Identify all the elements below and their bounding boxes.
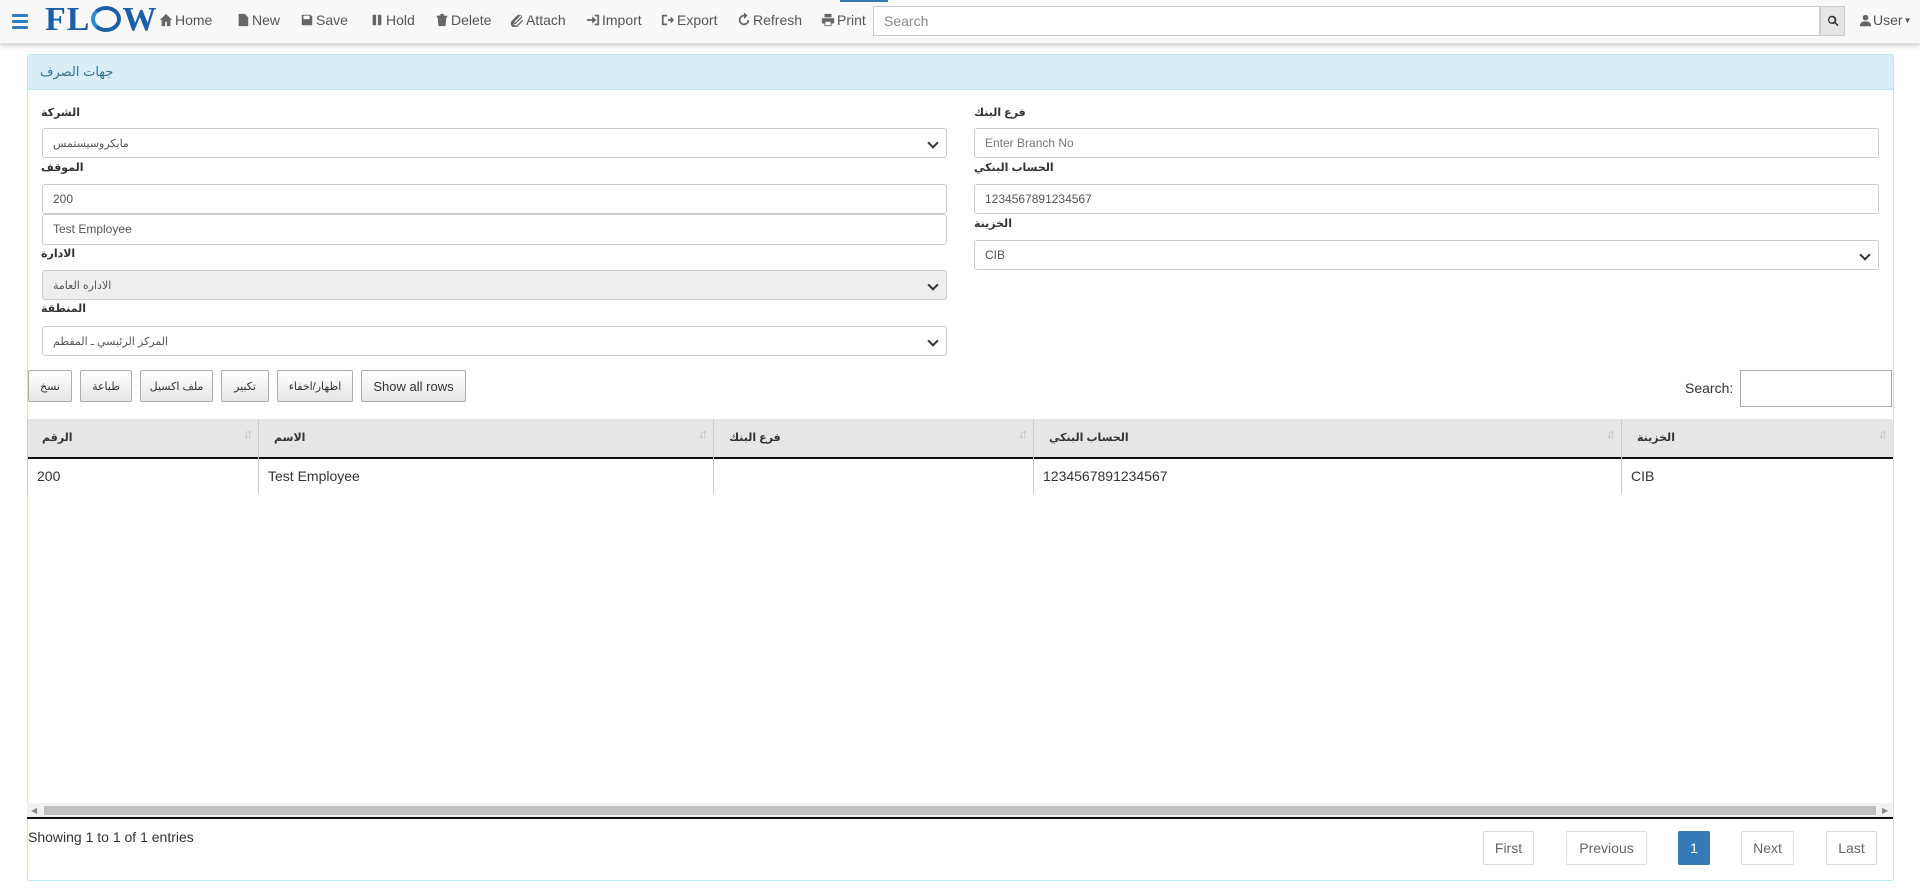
enlarge-button[interactable]: تكبير <box>221 370 269 402</box>
cell-treasury: CIB <box>1631 468 1655 484</box>
table-search-label: Search: <box>1685 380 1734 396</box>
top-navbar: FL W Home New Save Hold Delete Attach Imp… <box>0 0 1920 44</box>
paperclip-icon <box>510 14 524 27</box>
bank-branch-input[interactable] <box>974 128 1879 158</box>
column-header-bank-account[interactable]: الحساب البنكي ↓↑ <box>1034 419 1622 459</box>
refresh-icon <box>738 13 750 26</box>
company-label: الشركة <box>41 107 81 119</box>
print-icon <box>821 13 835 27</box>
pagination-previous[interactable]: Previous <box>1566 831 1647 865</box>
column-header-number[interactable]: الرقم ↓↑ <box>27 419 259 459</box>
active-tab-indicator <box>840 0 888 2</box>
pagination-last[interactable]: Last <box>1826 831 1877 865</box>
cell-number: 200 <box>28 459 259 494</box>
import-button[interactable]: Import <box>586 12 642 28</box>
show-all-rows-button[interactable]: Show all rows <box>361 370 466 402</box>
column-header-treasury[interactable]: الخزينة ↓↑ <box>1622 419 1893 459</box>
excel-button[interactable]: ملف اكسيل <box>140 370 213 402</box>
table-search-input[interactable] <box>1740 370 1892 407</box>
search-icon <box>1827 15 1839 27</box>
scroll-right-icon[interactable]: ▶ <box>1882 806 1888 815</box>
flow-logo[interactable]: FL W <box>45 0 157 40</box>
company-select[interactable]: مايكروسيستمس <box>42 128 947 158</box>
table-info: Showing 1 to 1 of 1 entries <box>28 829 194 845</box>
scrollbar-thumb[interactable] <box>44 806 1876 815</box>
bank-branch-label: فرع البنك <box>974 107 1026 119</box>
hold-button[interactable]: Hold <box>370 12 415 28</box>
export-button[interactable]: Export <box>661 12 717 28</box>
refresh-button[interactable]: Refresh <box>737 12 802 28</box>
employee-input[interactable]: Test Employee <box>42 214 947 245</box>
column-header-name[interactable]: الاسم ↓↑ <box>259 419 714 459</box>
region-label: المنطقة <box>41 303 87 315</box>
department-select[interactable]: الاداره العامة <box>42 270 947 300</box>
toggle-columns-button[interactable]: اظهار/اخفاء <box>277 370 353 402</box>
global-search-input[interactable] <box>873 6 1820 36</box>
home-icon <box>159 13 173 27</box>
horizontal-scrollbar[interactable]: ◀ ▶ <box>27 803 1893 817</box>
treasury-label: الخزينة <box>974 218 1012 230</box>
pagination-first[interactable]: First <box>1483 831 1534 865</box>
panel-title: جهات الصرف <box>40 64 114 79</box>
bank-account-input[interactable]: 1234567891234567 <box>974 184 1879 214</box>
copy-button[interactable]: نسخ <box>28 370 72 402</box>
position-input[interactable]: 200 <box>42 184 947 214</box>
export-icon <box>661 14 675 26</box>
bank-account-label: الحساب البنكي <box>974 162 1054 174</box>
sort-icon: ↓↑ <box>243 426 253 441</box>
table-bottom-border <box>27 817 1893 819</box>
attach-button[interactable]: Attach <box>510 12 566 28</box>
sort-icon: ↓↑ <box>698 426 708 441</box>
table-header: الرقم ↓↑ الاسم ↓↑ فرع البنك ↓↑ الحساب ال… <box>27 419 1893 459</box>
home-button[interactable]: Home <box>159 12 212 28</box>
global-search-button[interactable] <box>1820 6 1845 36</box>
sort-icon: ↓↑ <box>1018 426 1028 441</box>
caret-down-icon: ▼ <box>1903 15 1912 25</box>
treasury-select[interactable]: CIB <box>974 240 1879 270</box>
save-button[interactable]: Save <box>300 12 348 28</box>
column-header-bank-branch[interactable]: فرع البنك ↓↑ <box>714 419 1034 459</box>
trash-icon <box>436 13 448 27</box>
sort-icon: ↓↑ <box>1606 426 1616 441</box>
region-select[interactable]: المركز الرئيسي ـ المقطم <box>42 326 947 356</box>
position-label: الموقف <box>41 162 84 174</box>
print-table-button[interactable]: طباعة <box>80 370 132 402</box>
department-label: الادارة <box>41 248 76 260</box>
scroll-left-icon[interactable]: ◀ <box>31 806 37 815</box>
pagination-next[interactable]: Next <box>1741 831 1794 865</box>
global-search <box>873 6 1845 36</box>
pagination-page-1[interactable]: 1 <box>1678 831 1710 865</box>
file-icon <box>238 13 249 27</box>
cell-name: Test Employee <box>259 459 714 494</box>
panel-heading: جهات الصرف <box>28 55 1893 90</box>
floppy-icon <box>301 14 313 26</box>
cell-bank-account: 1234567891234567 <box>1034 459 1622 494</box>
print-button[interactable]: Print <box>821 12 866 28</box>
hamburger-icon[interactable] <box>12 11 28 31</box>
user-icon <box>1859 14 1872 26</box>
import-icon <box>586 14 600 26</box>
cell-bank-branch <box>714 459 1034 494</box>
delete-button[interactable]: Delete <box>435 12 491 28</box>
user-menu[interactable]: User ▼ <box>1859 12 1911 28</box>
sort-icon: ↓↑ <box>1878 426 1888 441</box>
pause-icon <box>372 14 382 26</box>
new-button[interactable]: New <box>236 12 280 28</box>
